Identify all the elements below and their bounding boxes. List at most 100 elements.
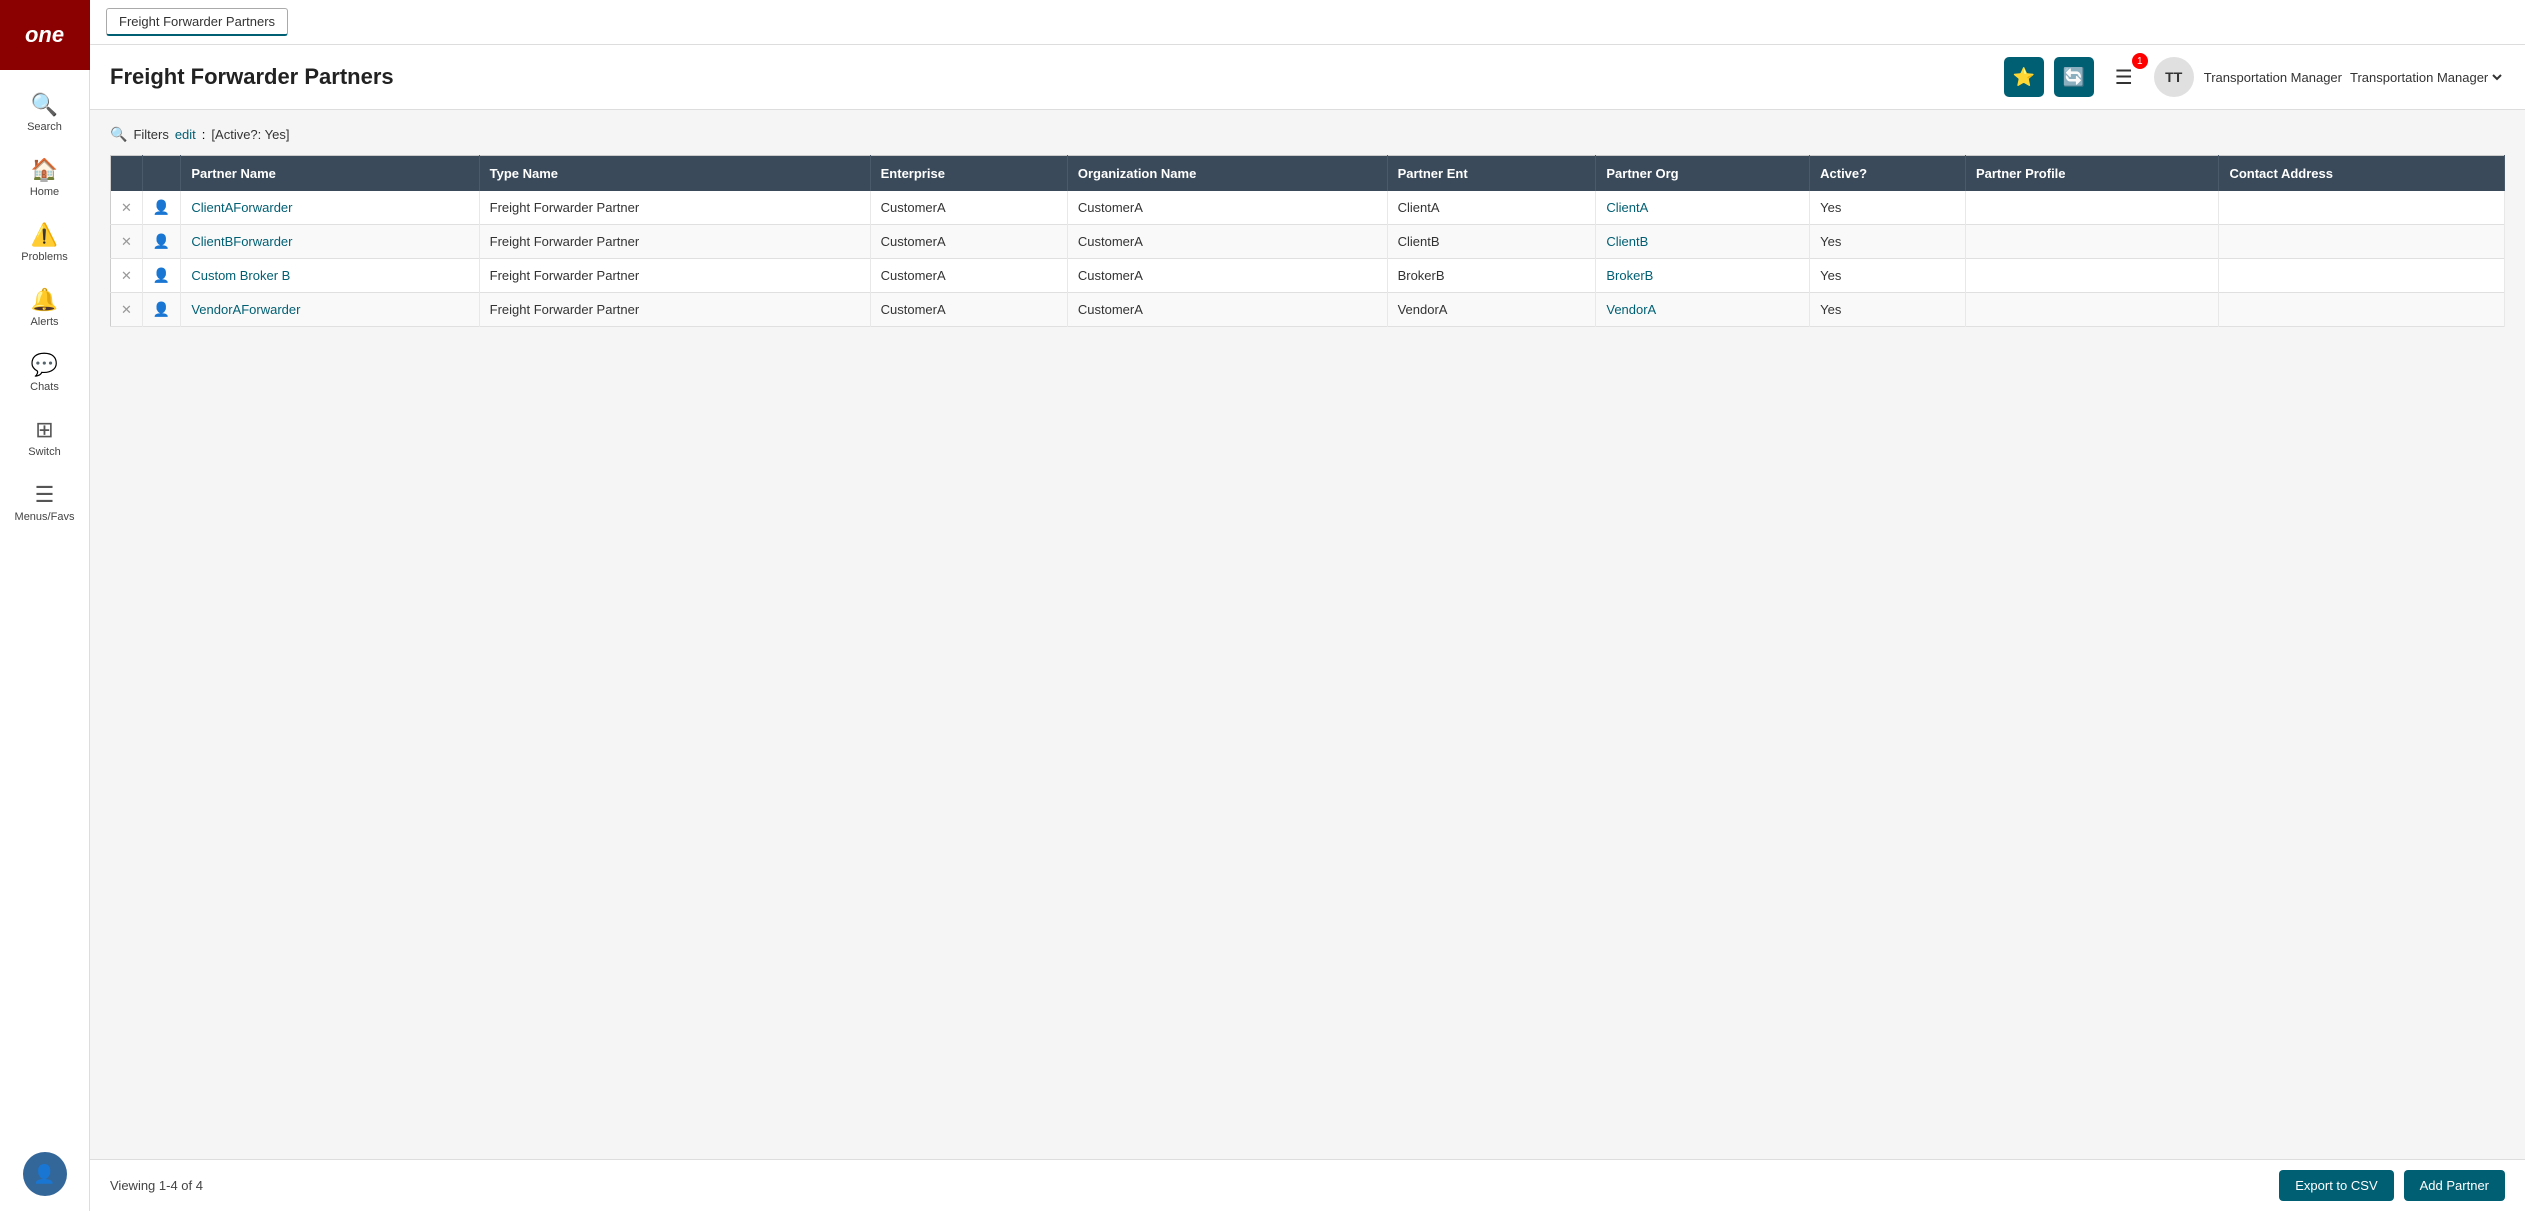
export-csv-button[interactable]: Export to CSV [2279,1170,2393,1201]
table-header-row: Partner Name Type Name Enterprise Organi… [111,156,2505,192]
partner-org-link[interactable]: ClientB [1606,234,1648,249]
active-cell: Yes [1810,293,1966,327]
type-name-cell: Freight Forwarder Partner [479,225,870,259]
filters-edit-link[interactable]: edit [175,127,196,142]
person-cell[interactable]: 👤 [142,225,180,259]
chat-icon: 💬 [31,352,58,378]
org-name-cell: CustomerA [1067,259,1387,293]
filter-search-icon: 🔍 [110,126,127,143]
active-cell: Yes [1810,225,1966,259]
partner-ent-cell: BrokerB [1387,259,1596,293]
partner-name-link[interactable]: ClientAForwarder [191,200,292,215]
notification-button[interactable]: ☰ 1 [2104,57,2144,97]
col-partner-ent: Partner Ent [1387,156,1596,192]
search-icon: 🔍 [31,92,58,118]
remove-icon[interactable]: ✕ [121,234,132,249]
partner-profile-cell [1965,293,2219,327]
remove-cell[interactable]: ✕ [111,225,143,259]
table-row: ✕ 👤 VendorAForwarder Freight Forwarder P… [111,293,2505,327]
sidebar-item-label: Chats [30,381,59,393]
partner-name-cell: Custom Broker B [181,259,479,293]
partner-name-link[interactable]: VendorAForwarder [191,302,300,317]
favorite-button[interactable]: ⭐ [2004,57,2044,97]
partner-org-cell: ClientB [1596,225,1810,259]
active-cell: Yes [1810,259,1966,293]
person-icon[interactable]: 👤 [153,301,170,317]
type-name-cell: Freight Forwarder Partner [479,259,870,293]
partner-ent-cell: ClientA [1387,191,1596,225]
app-logo[interactable]: one [0,0,90,70]
partner-name-cell: ClientBForwarder [181,225,479,259]
active-cell: Yes [1810,191,1966,225]
sidebar-item-home[interactable]: 🏠 Home [0,145,89,210]
filters-label: Filters [133,127,168,142]
sidebar-item-problems[interactable]: ⚠️ Problems [0,210,89,275]
partner-org-link[interactable]: VendorA [1606,302,1656,317]
contact-address-cell [2219,191,2505,225]
table-footer: Viewing 1-4 of 4 Export to CSV Add Partn… [90,1159,2525,1211]
contact-address-cell [2219,293,2505,327]
sidebar-item-switch[interactable]: ⊞ Switch [0,405,89,470]
page-header: Freight Forwarder Partners ⭐ 🔄 ☰ 1 TT Tr… [90,45,2525,110]
remove-cell[interactable]: ✕ [111,259,143,293]
person-icon[interactable]: 👤 [153,233,170,249]
remove-cell[interactable]: ✕ [111,293,143,327]
avatar-icon: 👤 [33,1164,55,1185]
col-contact-address: Contact Address [2219,156,2505,192]
switch-icon: ⊞ [35,417,53,443]
person-icon[interactable]: 👤 [153,267,170,283]
col-enterprise: Enterprise [870,156,1067,192]
person-cell[interactable]: 👤 [142,259,180,293]
header-actions: ⭐ 🔄 ☰ 1 TT Transportation Manager Transp… [2004,57,2505,97]
filters-bar: 🔍 Filters edit : [Active?: Yes] [110,126,2505,143]
active-tab[interactable]: Freight Forwarder Partners [106,8,288,36]
type-name-cell: Freight Forwarder Partner [479,191,870,225]
col-org-name: Organization Name [1067,156,1387,192]
role-dropdown[interactable]: Transportation Manager [2346,69,2505,86]
partner-org-link[interactable]: BrokerB [1606,268,1653,283]
remove-icon[interactable]: ✕ [121,268,132,283]
sidebar-item-menus[interactable]: ☰ Menus/Favs [0,470,89,535]
enterprise-cell: CustomerA [870,293,1067,327]
col-type-name: Type Name [479,156,870,192]
main-content: Freight Forwarder Partners Freight Forwa… [90,0,2525,1211]
remove-icon[interactable]: ✕ [121,200,132,215]
remove-icon[interactable]: ✕ [121,302,132,317]
partner-org-cell: ClientA [1596,191,1810,225]
col-partner-name: Partner Name [181,156,479,192]
person-cell[interactable]: 👤 [142,293,180,327]
sidebar-item-alerts[interactable]: 🔔 Alerts [0,275,89,340]
person-icon[interactable]: 👤 [153,199,170,215]
home-icon: 🏠 [31,157,58,183]
col-active: Active? [1810,156,1966,192]
partner-name-cell: VendorAForwarder [181,293,479,327]
user-avatar-header[interactable]: TT [2154,57,2194,97]
org-name-cell: CustomerA [1067,225,1387,259]
role-label: Transportation Manager [2204,70,2342,85]
partner-name-link[interactable]: Custom Broker B [191,268,290,283]
contact-address-cell [2219,259,2505,293]
add-partner-button[interactable]: Add Partner [2404,1170,2505,1201]
filters-colon: : [202,127,206,142]
org-name-cell: CustomerA [1067,293,1387,327]
star-icon: ⭐ [2013,67,2035,88]
user-role-selector: Transportation Manager Transportation Ma… [2204,69,2505,86]
table-row: ✕ 👤 ClientAForwarder Freight Forwarder P… [111,191,2505,225]
partner-org-cell: VendorA [1596,293,1810,327]
partner-org-link[interactable]: ClientA [1606,200,1648,215]
partner-profile-cell [1965,191,2219,225]
org-name-cell: CustomerA [1067,191,1387,225]
content-area: 🔍 Filters edit : [Active?: Yes] Partner … [90,110,2525,1159]
user-avatar-sidebar[interactable]: 👤 [23,1152,67,1196]
person-cell[interactable]: 👤 [142,191,180,225]
viewing-count: Viewing 1-4 of 4 [110,1178,203,1193]
refresh-button[interactable]: 🔄 [2054,57,2094,97]
hamburger-icon: ☰ [2115,65,2133,90]
enterprise-cell: CustomerA [870,225,1067,259]
partner-name-link[interactable]: ClientBForwarder [191,234,292,249]
sidebar-item-search[interactable]: 🔍 Search [0,80,89,145]
enterprise-cell: CustomerA [870,259,1067,293]
sidebar-item-chats[interactable]: 💬 Chats [0,340,89,405]
remove-cell[interactable]: ✕ [111,191,143,225]
warning-icon: ⚠️ [31,222,58,248]
